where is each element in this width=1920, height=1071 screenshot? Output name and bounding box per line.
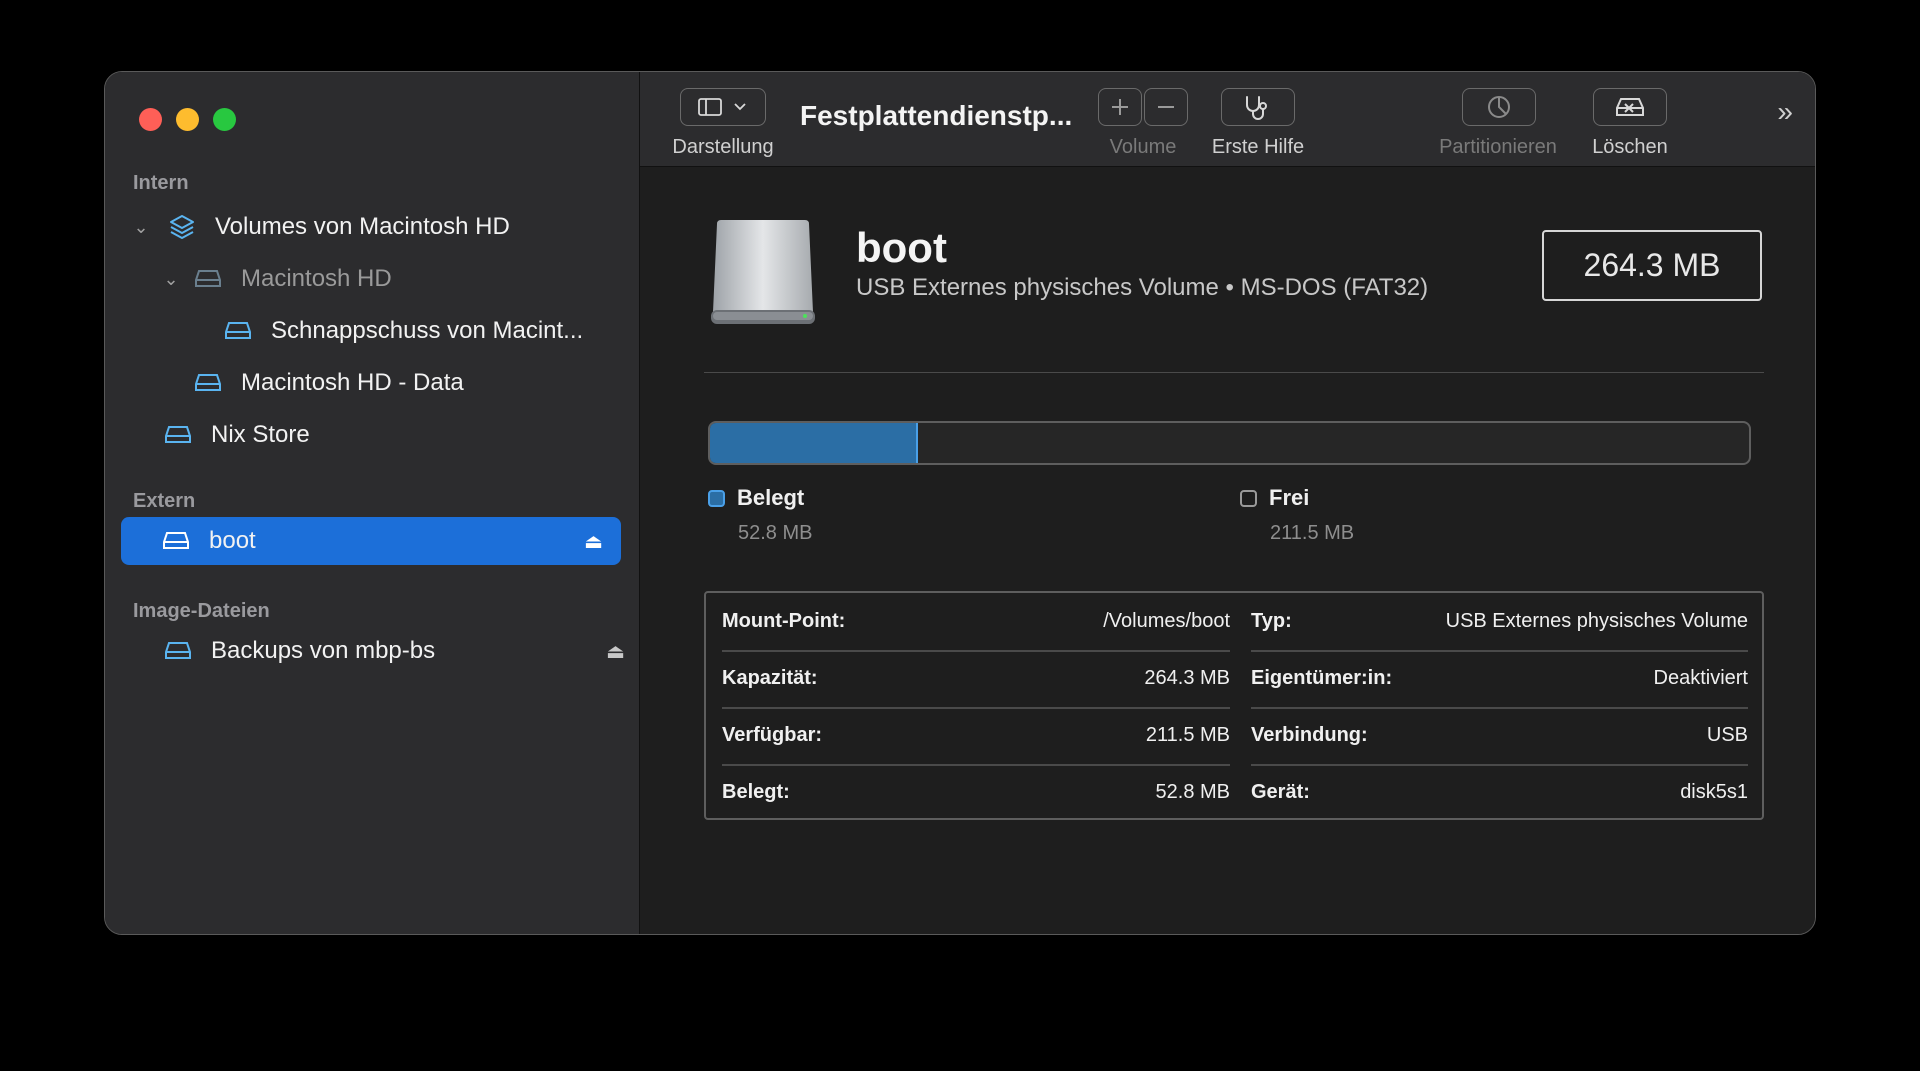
sidebar-item-macintosh-hd[interactable]: ⌄ Macintosh HD	[157, 255, 392, 303]
drive-icon	[163, 638, 193, 664]
zoom-button[interactable]	[213, 108, 236, 131]
info-key: Verbindung:	[1251, 724, 1368, 746]
first-aid-button[interactable]	[1221, 88, 1295, 126]
info-row: Verfügbar: 211.5 MB	[722, 707, 1230, 764]
drive-icon	[193, 266, 223, 292]
info-row: Mount-Point: /Volumes/boot	[722, 593, 1230, 650]
section-header-image-files: Image-Dateien	[133, 600, 270, 622]
info-row: Kapazität: 264.3 MB	[722, 650, 1230, 707]
pie-chart-icon	[1488, 96, 1510, 118]
sidebar-toggle-icon	[698, 98, 746, 116]
used-swatch	[708, 489, 725, 507]
legend-used-label: Belegt	[737, 485, 805, 510]
info-key: Belegt:	[722, 781, 790, 803]
stethoscope-icon	[1246, 96, 1267, 120]
info-key: Gerät:	[1251, 781, 1310, 803]
legend-used: Belegt	[708, 485, 804, 511]
window-controls	[139, 108, 236, 131]
partition-label: Partitionieren	[1439, 136, 1557, 158]
sidebar-item-snapshot[interactable]: Schnappschuss von Macint...	[223, 307, 583, 355]
info-value: 264.3 MB	[1144, 667, 1230, 689]
info-column-right: Typ: USB Externes physisches Volume Eigen…	[1251, 593, 1748, 818]
usage-bar	[708, 421, 1751, 465]
info-row: Gerät: disk5s1	[1251, 764, 1748, 821]
view-label: Darstellung	[672, 136, 774, 158]
eject-icon[interactable]: ⏏	[584, 529, 603, 554]
info-table: Mount-Point: /Volumes/boot Kapazität: 264.…	[704, 591, 1764, 820]
info-value: 52.8 MB	[1155, 781, 1230, 803]
drive-icon	[223, 318, 253, 344]
plus-icon	[1112, 99, 1128, 115]
info-value: 211.5 MB	[1145, 724, 1230, 746]
divider	[704, 372, 1764, 373]
volume-subtitle: USB Externes physisches Volume • MS-DOS …	[856, 274, 1429, 301]
remove-volume-button[interactable]	[1144, 88, 1188, 126]
info-row: Verbindung: USB	[1251, 707, 1748, 764]
drive-icon	[163, 422, 193, 448]
disk-utility-window: Intern ⌄ Volumes von Macintosh HD ⌄ Maci…	[104, 71, 1816, 935]
info-value: Deaktiviert	[1653, 667, 1748, 689]
volume-size-badge: 264.3 MB	[1542, 230, 1762, 301]
info-key: Verfügbar:	[722, 724, 823, 746]
sidebar-item-label: Nix Store	[211, 421, 310, 448]
close-button[interactable]	[139, 108, 162, 131]
info-key: Typ:	[1251, 610, 1292, 632]
sidebar-item-label: Backups von mbp-bs	[211, 637, 436, 664]
section-header-extern: Extern	[133, 490, 196, 512]
info-row: Belegt: 52.8 MB	[722, 764, 1230, 821]
info-row: Typ: USB Externes physisches Volume	[1251, 593, 1748, 650]
usage-bar-used	[710, 423, 918, 463]
legend-used-value: 52.8 MB	[738, 522, 813, 544]
info-value: USB Externes physisches Volume	[1445, 610, 1748, 632]
sidebar-item-volumes-macintosh-hd[interactable]: ⌄ Volumes von Macintosh HD	[127, 203, 510, 251]
legend-free-label: Frei	[1269, 485, 1310, 510]
minus-icon	[1158, 106, 1174, 108]
view-button[interactable]	[680, 88, 766, 126]
drive-icon	[193, 370, 223, 396]
volume-label: Volume	[1109, 136, 1177, 158]
sidebar-item-backups[interactable]: Backups von mbp-bs ⏏	[163, 627, 625, 675]
layers-icon	[167, 214, 197, 240]
info-value: disk5s1	[1680, 781, 1748, 803]
sidebar-item-label: Schnappschuss von Macint...	[271, 317, 584, 344]
sidebar-item-label: Macintosh HD - Data	[241, 369, 464, 396]
sidebar-item-macintosh-hd-data[interactable]: Macintosh HD - Data	[193, 359, 464, 407]
info-value: USB	[1706, 724, 1748, 746]
erase-drive-icon	[1616, 98, 1644, 116]
free-swatch	[1240, 489, 1257, 507]
sidebar-item-label: boot	[209, 527, 256, 554]
eject-icon[interactable]: ⏏	[606, 639, 625, 664]
info-value: /Volumes/boot	[1103, 610, 1230, 632]
erase-button[interactable]	[1593, 88, 1667, 126]
info-key: Kapazität:	[722, 667, 818, 689]
sidebar-item-boot[interactable]: boot ⏏	[121, 517, 621, 565]
first-aid-label: Erste Hilfe	[1211, 136, 1305, 158]
chevron-down-icon[interactable]: ⌄	[157, 269, 185, 290]
info-key: Mount-Point:	[722, 610, 846, 632]
info-row: Eigentümer:in: Deaktiviert	[1251, 650, 1748, 707]
sidebar: Intern ⌄ Volumes von Macintosh HD ⌄ Maci…	[105, 72, 640, 934]
minimize-button[interactable]	[176, 108, 199, 131]
sidebar-item-label: Macintosh HD	[241, 265, 392, 292]
overflow-chevron-icon[interactable]: »	[1777, 96, 1793, 128]
legend-free-value: 211.5 MB	[1270, 522, 1355, 544]
volume-name: boot	[856, 224, 947, 271]
legend-free: Frei	[1240, 485, 1309, 511]
toolbar: Darstellung Festplattendienstp... Volume…	[640, 72, 1815, 167]
erase-label: Löschen	[1592, 136, 1668, 158]
sidebar-item-label: Volumes von Macintosh HD	[215, 213, 510, 240]
sidebar-item-nix-store[interactable]: Nix Store	[163, 411, 310, 459]
info-column-left: Mount-Point: /Volumes/boot Kapazität: 264.…	[722, 593, 1230, 818]
section-header-intern: Intern	[133, 172, 189, 194]
main-pane: Darstellung Festplattendienstp... Volume…	[640, 72, 1815, 934]
drive-icon	[161, 528, 191, 554]
add-volume-button[interactable]	[1098, 88, 1142, 126]
external-drive-icon	[707, 216, 819, 333]
info-key: Eigentümer:in:	[1251, 667, 1393, 689]
window-title: Festplattendienstp...	[800, 100, 1073, 131]
chevron-down-icon[interactable]: ⌄	[127, 217, 155, 238]
partition-button[interactable]	[1462, 88, 1536, 126]
